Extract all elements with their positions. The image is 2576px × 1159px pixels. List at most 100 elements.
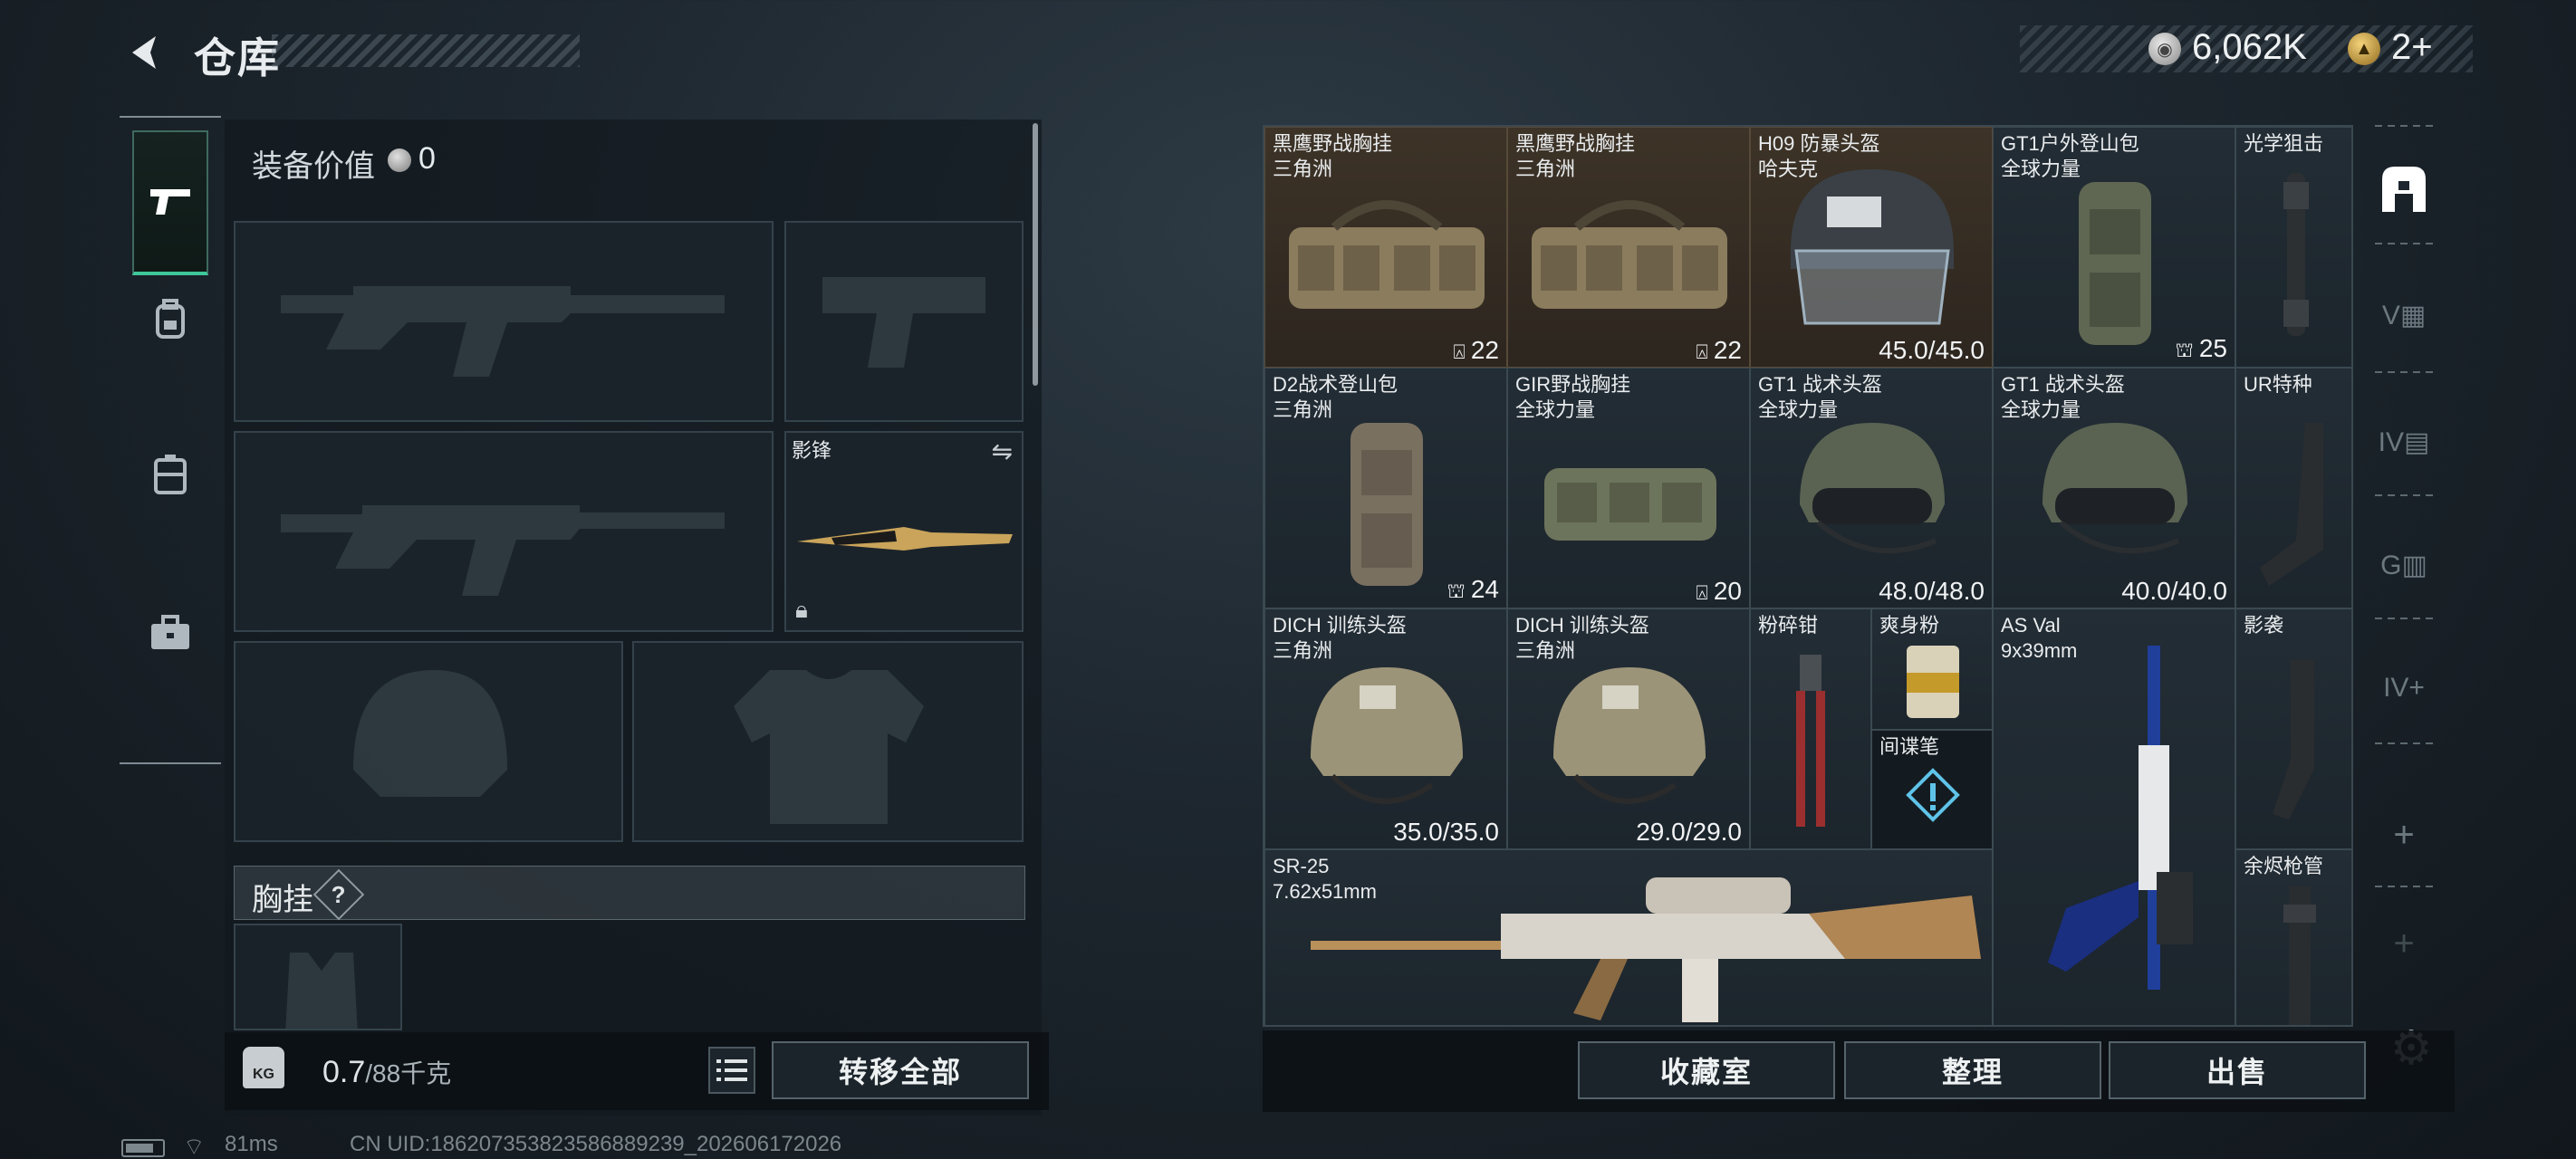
item-cell[interactable]: AS Val 9x39mm xyxy=(1993,608,2235,1025)
item-cell[interactable]: 光学狙击 xyxy=(2235,127,2351,368)
bag-slot-icon: ⛫ xyxy=(2175,339,2199,361)
item-cell[interactable]: GT1户外登山包 全球力量 ⛫ 25 xyxy=(1993,127,2235,368)
grip-item-icon xyxy=(2273,660,2314,819)
lock-icon: 🔒︎ xyxy=(795,596,808,623)
gold-coin-icon: ▲ xyxy=(2348,33,2380,65)
tag-v-icon[interactable]: V▦ xyxy=(2362,270,2446,360)
swap-icon[interactable]: ⇋ xyxy=(992,436,1013,466)
silver-amount[interactable]: 6,062K xyxy=(2192,27,2307,68)
item-name: 粉碎钳 xyxy=(1758,614,1819,637)
training-helmet-item-icon xyxy=(1553,667,1706,804)
pistol-placeholder-icon xyxy=(822,277,985,368)
item-stat: 40.0/40.0 xyxy=(2121,577,2227,605)
loadout-scrollbar[interactable] xyxy=(1033,123,1038,386)
item-cell[interactable]: GT1 战术头盔 全球力量 40.0/40.0 xyxy=(1993,368,2235,608)
collection-room-button[interactable]: 收藏室 xyxy=(1578,1041,1835,1099)
page-title: 仓库 xyxy=(194,34,281,81)
weight-readout: 0.7/88千克 xyxy=(322,1054,451,1090)
category-weapons[interactable] xyxy=(132,130,208,275)
weight-icon: KG xyxy=(243,1047,284,1088)
item-stat: 24 xyxy=(1470,575,1499,603)
item-cell[interactable]: D2战术登山包 三角洲 ⛫ 24 xyxy=(1264,368,1507,608)
bolt-cutter-item-icon xyxy=(1796,655,1825,827)
item-cell[interactable]: 间谍笔 xyxy=(1871,730,1993,849)
plus-icon[interactable]: + xyxy=(2362,790,2446,880)
optic-scope-item-icon xyxy=(2283,173,2309,336)
item-cell[interactable]: 余烬枪管 xyxy=(2235,849,2351,1025)
melee-name: 影锋 xyxy=(792,439,832,462)
transfer-all-button[interactable]: 转移全部 xyxy=(772,1041,1029,1099)
warehouse-grid: 黑鹰野战胸挂 三角洲 ⍓ 22 黑鹰野战胸挂 三角洲 ⍓ 22 H09 防暴头盔 哈夫… xyxy=(1263,125,2353,1027)
secondary-rifle-slot[interactable] xyxy=(234,431,774,632)
gold-amount[interactable]: 2+ xyxy=(2391,27,2433,68)
item-cell[interactable]: SR-25 7.62x51mm xyxy=(1264,849,1993,1025)
item-cell[interactable]: 黑鹰野战胸挂 三角洲 ⍓ 22 xyxy=(1264,127,1507,368)
item-cell[interactable]: DICH 训练头盔 三角洲 35.0/35.0 xyxy=(1264,608,1507,849)
powder-can-item-icon xyxy=(1907,646,1959,718)
helmet-slot[interactable] xyxy=(234,641,623,842)
item-name: GT1 战术头盔 xyxy=(1758,373,1882,396)
sell-button[interactable]: 出售 xyxy=(2109,1041,2366,1099)
item-name: DICH 训练头盔 xyxy=(1515,614,1649,637)
item-stat: 48.0/48.0 xyxy=(1879,577,1985,605)
title-decoration xyxy=(272,34,580,67)
item-name: 黑鹰野战胸挂 xyxy=(1273,132,1393,155)
item-stat: 22 xyxy=(1470,336,1499,364)
primary-weapon-slot[interactable] xyxy=(234,221,774,422)
tag-iv-icon[interactable]: IV▤ xyxy=(2362,397,2446,487)
back-arrow-icon xyxy=(132,36,156,69)
item-name: DICH 训练头盔 xyxy=(1273,614,1407,637)
back-button[interactable] xyxy=(118,25,172,80)
item-name: AS Val xyxy=(2001,614,2061,637)
helmet-placeholder-icon xyxy=(353,670,507,797)
item-name: 爽身粉 xyxy=(1879,614,1940,637)
item-name: UR特种 xyxy=(2244,373,2312,396)
stock-item-icon xyxy=(2260,423,2323,586)
item-cell[interactable]: DICH 训练头盔 三角洲 29.0/29.0 xyxy=(1507,608,1750,849)
barrel-item-icon xyxy=(2283,886,2316,1025)
organize-button[interactable]: 整理 xyxy=(1844,1041,2101,1099)
item-sub: 全球力量 xyxy=(1515,398,1596,421)
tag-iv-plus-icon[interactable]: IV+ xyxy=(2362,643,2446,733)
item-cell[interactable]: GT1 战术头盔 全球力量 48.0/48.0 xyxy=(1750,368,1993,608)
backpack-icon xyxy=(156,299,185,339)
category-toolbox[interactable] xyxy=(132,592,208,674)
item-cell[interactable]: GIR野战胸挂 全球力量 ⍓ 20 xyxy=(1507,368,1750,608)
training-helmet-item-icon xyxy=(1311,667,1463,804)
backpack-item-icon xyxy=(2079,182,2151,345)
tag-g-icon[interactable]: G▥ xyxy=(2362,520,2446,610)
item-stat: 29.0/29.0 xyxy=(1636,818,1742,846)
armor-slot[interactable] xyxy=(632,641,1024,842)
ping-readout: 81ms xyxy=(225,1132,278,1156)
item-cell[interactable]: 黑鹰野战胸挂 三角洲 ⍓ 22 xyxy=(1507,127,1750,368)
chest-rig-item-icon xyxy=(1544,468,1716,541)
category-backpack[interactable] xyxy=(132,279,208,360)
toolbox-icon xyxy=(151,615,189,649)
item-cell[interactable]: 粉碎钳 xyxy=(1750,608,1871,849)
rifle-placeholder-icon xyxy=(281,286,725,377)
category-rail xyxy=(120,116,221,764)
item-cell[interactable]: 影袭 xyxy=(2235,608,2351,849)
item-cell[interactable]: 爽身粉 xyxy=(1871,608,1993,730)
knife-icon xyxy=(797,527,1013,551)
list-icon xyxy=(716,1059,747,1081)
item-name: GT1户外登山包 xyxy=(2001,132,2139,155)
weight-current: 0.7 xyxy=(322,1055,366,1089)
list-view-button[interactable] xyxy=(708,1047,755,1094)
safe-icon[interactable] xyxy=(2362,143,2446,234)
weight-capacity: /88千克 xyxy=(365,1059,452,1087)
category-rig[interactable] xyxy=(132,435,208,516)
item-sub: 三角洲 xyxy=(1273,398,1333,421)
riot-helmet-item-icon xyxy=(1791,169,1954,325)
chest-rig-slot[interactable] xyxy=(234,924,402,1030)
plus-icon[interactable]: + xyxy=(2362,898,2446,989)
item-cell[interactable]: UR特种 xyxy=(2235,368,2351,608)
battery-icon xyxy=(121,1139,165,1157)
melee-slot[interactable]: 影锋 ⇋ 🔒︎ xyxy=(784,431,1024,632)
bag-slot-icon: ⛫ xyxy=(1447,580,1471,602)
chest-rig-label: 胸挂 xyxy=(252,883,313,917)
secondary-weapon-slot[interactable] xyxy=(784,221,1024,422)
item-stat: 22 xyxy=(1713,336,1742,364)
armor-placeholder-icon xyxy=(734,670,924,824)
item-cell[interactable]: H09 防暴头盔 哈夫克 45.0/45.0 xyxy=(1750,127,1993,368)
